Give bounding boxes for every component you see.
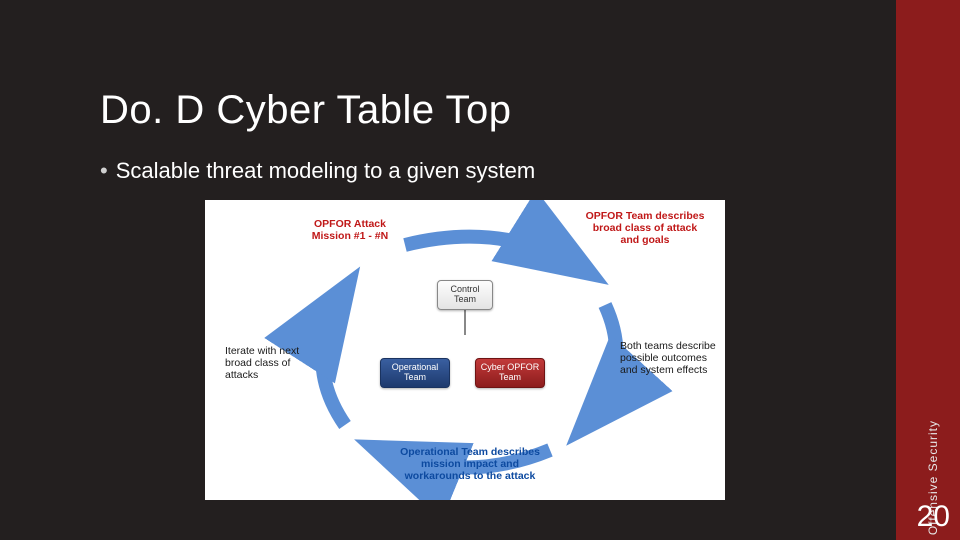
bullet-marker: •: [100, 158, 108, 184]
operational-team-box: Operational Team: [380, 358, 450, 388]
label-operational-desc: Operational Team describes mission impac…: [395, 446, 545, 482]
label-opfor-team-desc: OPFOR Team describes broad class of atta…: [585, 210, 705, 246]
slide: Do. D Cyber Table Top • Scalable threat …: [0, 0, 960, 540]
label-opfor-mission: OPFOR Attack Mission #1 - #N: [295, 218, 405, 242]
page-number: 20: [917, 500, 950, 534]
slide-title: Do. D Cyber Table Top: [100, 88, 511, 133]
cyber-opfor-team-box: Cyber OPFOR Team: [475, 358, 545, 388]
label-both-teams: Both teams describe possible outcomes an…: [620, 340, 720, 376]
control-team-box: Control Team: [437, 280, 493, 310]
label-iterate: Iterate with next broad class of attacks: [225, 345, 315, 381]
bullet-text: Scalable threat modeling to a given syst…: [116, 158, 535, 184]
cycle-diagram: Control Team Operational Team Cyber OPFO…: [205, 200, 725, 500]
bullet-item: • Scalable threat modeling to a given sy…: [100, 158, 535, 184]
